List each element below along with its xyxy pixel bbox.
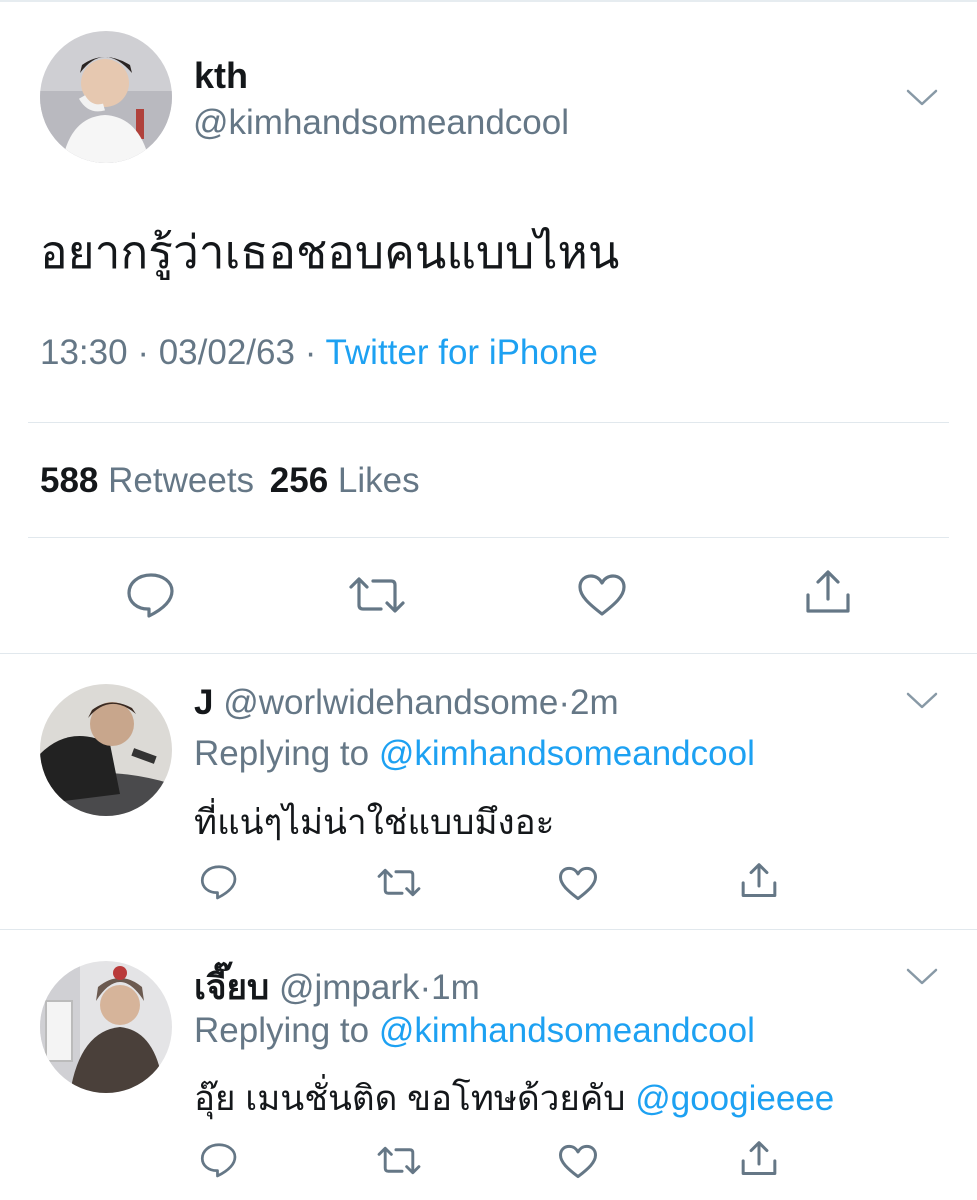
share-icon[interactable] bbox=[804, 569, 852, 615]
like-icon[interactable] bbox=[577, 573, 627, 617]
reply-icon[interactable] bbox=[200, 1142, 238, 1178]
replying-to-label: Replying to bbox=[194, 734, 370, 773]
likes-label: Likes bbox=[337, 461, 420, 500]
retweets-label: Retweets bbox=[108, 461, 255, 500]
dot-separator: · bbox=[419, 968, 432, 1007]
dot-separator: · bbox=[558, 683, 570, 722]
divider bbox=[0, 929, 977, 930]
reply-time: 1m bbox=[431, 968, 480, 1007]
reply-icon[interactable] bbox=[126, 572, 176, 618]
handle[interactable]: @worlwidehandsome bbox=[223, 683, 558, 722]
avatar[interactable] bbox=[40, 961, 172, 1093]
display-name[interactable]: J bbox=[194, 683, 213, 722]
reply-time: 2m bbox=[570, 683, 619, 722]
dot-separator: · bbox=[304, 333, 317, 372]
tweet-timestamp: 13:30 · 03/02/63 · Twitter for iPhone bbox=[40, 333, 598, 373]
display-name[interactable]: เจี๊ยบ bbox=[194, 968, 269, 1007]
divider bbox=[28, 422, 949, 423]
likes-count: 256 bbox=[269, 461, 329, 500]
tweet-date: 03/02/63 bbox=[158, 333, 295, 372]
replying-to: Replying to @kimhandsomeandcool bbox=[194, 734, 755, 774]
retweet-icon[interactable] bbox=[376, 867, 422, 898]
retweets-count: 588 bbox=[40, 461, 99, 500]
dot-separator: · bbox=[137, 333, 149, 372]
mention-link[interactable]: @googieeee bbox=[635, 1079, 834, 1118]
replying-to-link[interactable]: @kimhandsomeandcool bbox=[379, 1011, 755, 1050]
chevron-down-icon[interactable] bbox=[906, 692, 938, 710]
avatar[interactable] bbox=[40, 31, 172, 163]
like-icon[interactable] bbox=[558, 1144, 598, 1179]
display-name[interactable]: kth bbox=[194, 55, 248, 97]
handle[interactable]: @kimhandsomeandcool bbox=[193, 103, 569, 143]
tweet-stats: 588 Retweets 256 Likes bbox=[40, 461, 420, 501]
replying-to: Replying to @kimhandsomeandcool bbox=[194, 1011, 755, 1051]
likes-stat[interactable]: 256 Likes bbox=[270, 461, 420, 500]
share-icon[interactable] bbox=[740, 1140, 778, 1177]
divider bbox=[0, 653, 977, 654]
like-icon[interactable] bbox=[558, 866, 598, 901]
reply-header: J @worlwidehandsome·2m bbox=[194, 683, 619, 723]
chevron-down-icon[interactable] bbox=[906, 89, 938, 107]
reply-icon[interactable] bbox=[200, 864, 238, 900]
retweets-stat[interactable]: 588 Retweets bbox=[40, 461, 264, 500]
chevron-down-icon[interactable] bbox=[906, 968, 938, 986]
replying-to-label: Replying to bbox=[194, 1011, 370, 1050]
tweet-text: อยากรู้ว่าเธอชอบคนแบบไหน bbox=[40, 226, 620, 278]
retweet-icon[interactable] bbox=[347, 575, 407, 615]
reply-text-line: อุ๊ย เมนชั่นติด ขอโทษด้วยคับ @googieeee bbox=[194, 1071, 834, 1126]
handle[interactable]: @jmpark bbox=[279, 968, 420, 1007]
share-icon[interactable] bbox=[740, 862, 778, 899]
replying-to-link[interactable]: @kimhandsomeandcool bbox=[379, 734, 755, 773]
reply-header: เจี๊ยบ @jmpark·1m bbox=[194, 960, 480, 1015]
tweet-source-link[interactable]: Twitter for iPhone bbox=[325, 333, 597, 372]
avatar[interactable] bbox=[40, 684, 172, 816]
retweet-icon[interactable] bbox=[376, 1145, 422, 1176]
top-divider bbox=[0, 0, 977, 2]
reply-text: ที่แน่ๆไม่น่าใช่แบบมึงอะ bbox=[194, 803, 555, 842]
tweet-time: 13:30 bbox=[40, 333, 128, 372]
reply-text: อุ๊ย เมนชั่นติด ขอโทษด้วยคับ bbox=[194, 1079, 626, 1118]
divider bbox=[28, 537, 949, 538]
